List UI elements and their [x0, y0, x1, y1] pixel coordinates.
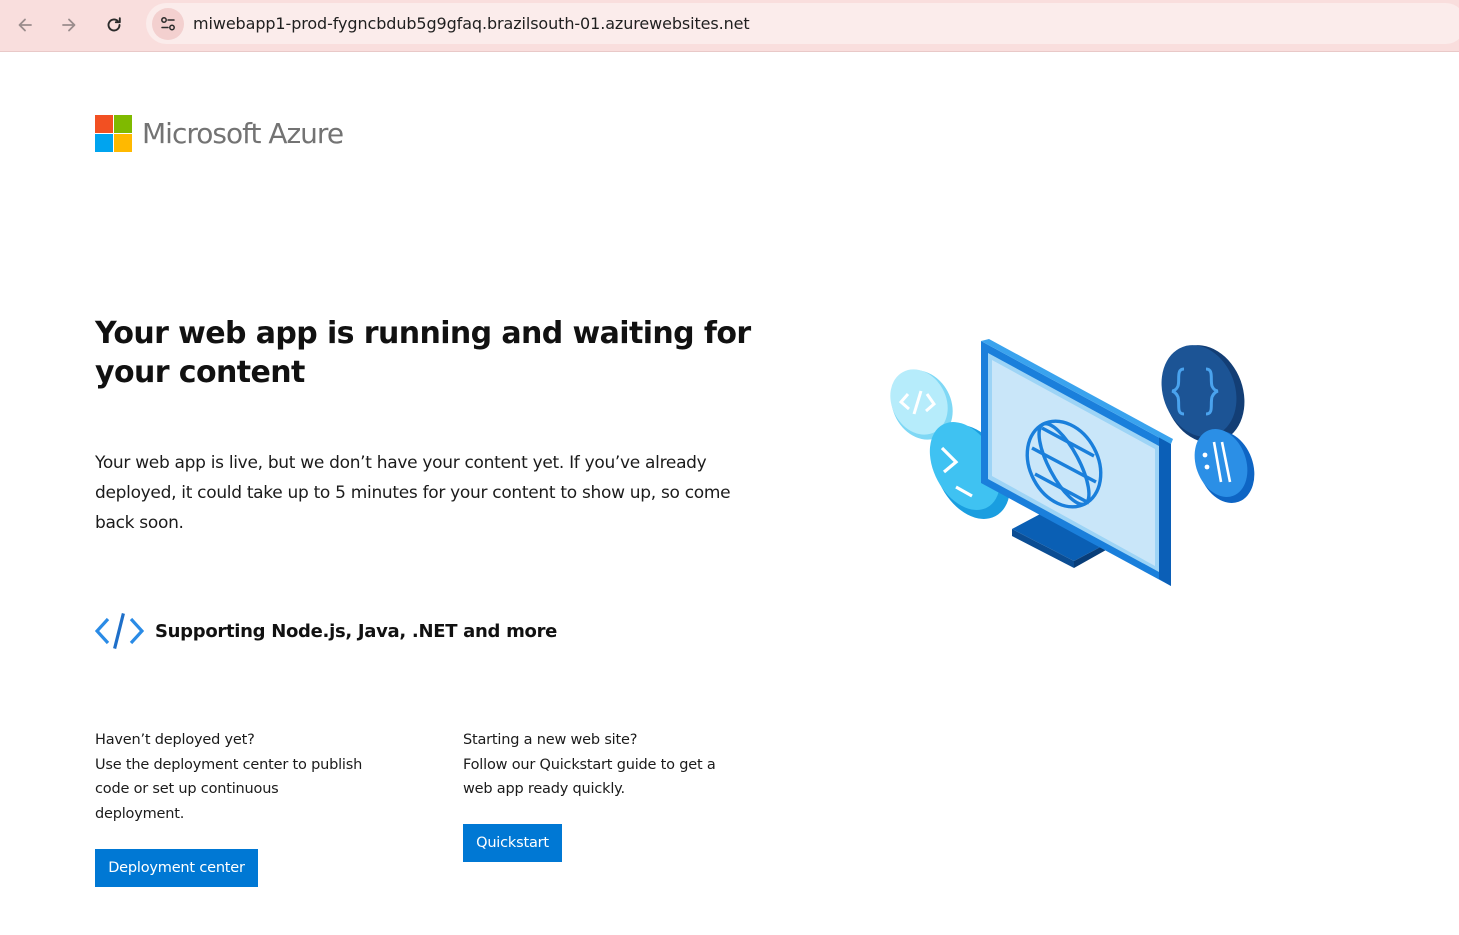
address-bar[interactable]: miwebapp1-prod-fygncbdub5g9gfaq.brazilso… [146, 3, 1459, 44]
microsoft-azure-logo: Microsoft Azure [95, 115, 344, 152]
deploy-text: Use the deployment center to publish cod… [95, 756, 363, 822]
deployment-center-button[interactable]: Deployment center [95, 849, 258, 887]
forward-button[interactable] [52, 8, 86, 42]
site-info-button[interactable] [152, 8, 184, 40]
quickstart-text: Follow our Quickstart guide to get a web… [463, 756, 716, 798]
url-text[interactable]: miwebapp1-prod-fygncbdub5g9gfaq.brazilso… [193, 14, 750, 33]
deploy-heading: Haven’t deployed yet? [95, 732, 255, 748]
deploy-section: Haven’t deployed yet? Use the deployment… [95, 728, 365, 826]
reload-button[interactable] [97, 8, 131, 42]
quickstart-button[interactable]: Quickstart [463, 824, 562, 862]
microsoft-logo-icon [95, 115, 132, 152]
quickstart-heading: Starting a new web site? [463, 732, 638, 748]
browser-toolbar: miwebapp1-prod-fygncbdub5g9gfaq.brazilso… [0, 0, 1459, 52]
back-button[interactable] [8, 8, 42, 42]
supported-stacks-text: Supporting Node.js, Java, .NET and more [155, 620, 558, 642]
reload-icon [107, 17, 121, 32]
page-description: Your web app is live, but we don’t have … [95, 453, 731, 533]
monitor-illustration [890, 339, 1255, 586]
tune-icon [161, 17, 175, 31]
arrow-right-icon [62, 18, 76, 32]
page-title: Your web app is running and waiting for … [95, 316, 751, 390]
quickstart-section: Starting a new web site? Follow our Quic… [463, 728, 733, 802]
supported-stacks: Supporting Node.js, Java, .NET and more [95, 613, 557, 649]
brand-name: Microsoft Azure [142, 117, 344, 150]
code-icon [95, 613, 144, 649]
arrow-left-icon [18, 18, 32, 32]
